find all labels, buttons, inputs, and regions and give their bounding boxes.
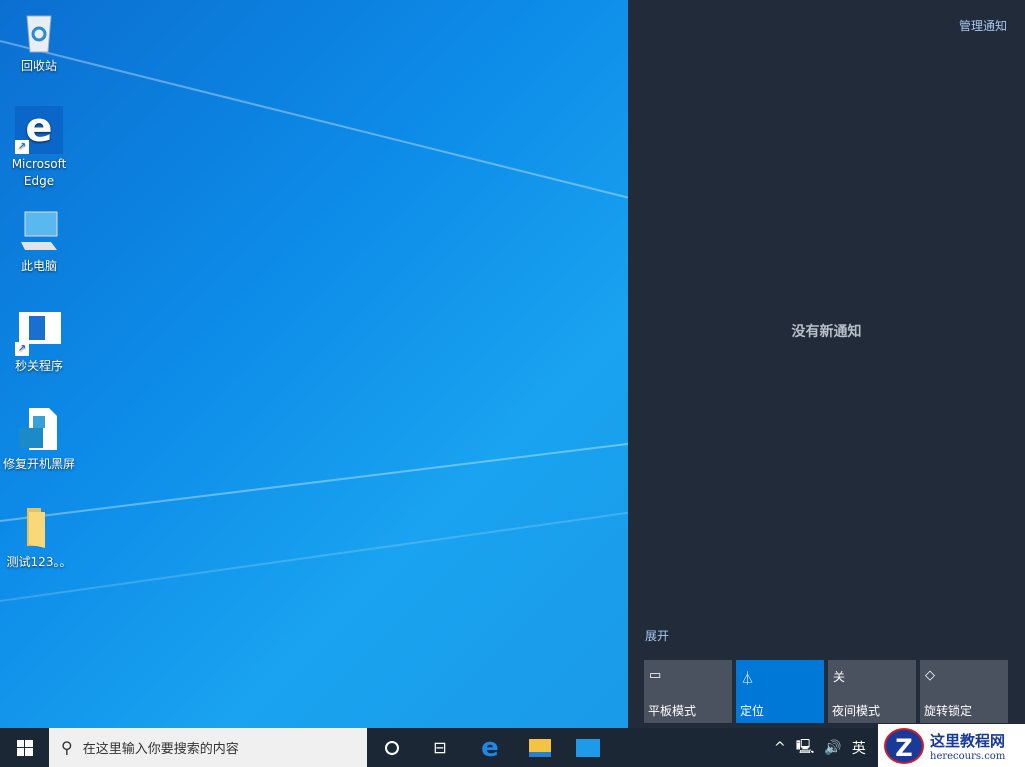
recycle-bin-icon — [15, 8, 63, 56]
desktop-icon-this-pc[interactable]: 此电脑 — [0, 208, 78, 275]
desktop-icon-registry[interactable]: 修复开机黑屏 — [0, 406, 78, 473]
desktop-icon-folder[interactable]: 测试123。。 — [0, 504, 78, 571]
wallpaper-beam — [0, 40, 628, 211]
network-icon[interactable]: 🖳 — [796, 736, 815, 760]
wallpaper-beam — [0, 435, 628, 522]
show-hidden-icons-chevron-icon[interactable]: ^ — [774, 740, 786, 756]
rotation-lock-icon: ◇ — [925, 668, 935, 683]
tile-night-light[interactable]: 关夜间模式 — [828, 660, 916, 723]
windows-logo-icon — [17, 740, 33, 756]
desktop-icon-label: 测试123。。 — [7, 555, 72, 569]
registry-file-icon — [15, 406, 63, 454]
cortana-button[interactable] — [368, 728, 416, 767]
shortcut-arrow-icon: ↗ — [15, 342, 29, 356]
edge-icon: e — [481, 733, 499, 763]
ime-indicator[interactable]: 英 — [852, 738, 866, 758]
desktop-icon-label: 此电脑 — [21, 259, 57, 273]
tile-location[interactable]: ⏃ 定位 — [736, 660, 824, 723]
desktop-icon-recycle-bin[interactable]: 回收站 — [0, 8, 78, 75]
taskbar-mail[interactable] — [564, 728, 612, 767]
desktop-icon-label: Microsoft Edge — [12, 157, 67, 188]
shortcut-arrow-icon: ↗ — [15, 140, 29, 154]
action-center: 管理通知 没有新通知 展开 — [628, 0, 1025, 728]
task-view-button[interactable]: ⊟ — [416, 728, 464, 767]
watermark-logo: Z — [884, 728, 924, 764]
mail-icon — [576, 739, 600, 757]
tile-label: 平板模式 — [648, 702, 696, 719]
watermark: Z 这里教程网 herecours.com — [878, 724, 1025, 767]
desktop: 回收站 e↗ Microsoft Edge 此电脑 ↗ 秒关程序 修复开机黑屏 … — [0, 0, 628, 728]
taskbar-file-explorer[interactable] — [516, 728, 564, 767]
computer-icon — [15, 208, 63, 256]
volume-icon[interactable]: 🔊 — [824, 740, 841, 756]
manage-notifications-link[interactable]: 管理通知 — [959, 17, 1007, 34]
search-icon: ⚲ — [61, 738, 73, 757]
taskbar: ⚲ 在这里输入你要搜索的内容 ⊟ e ^ 🖳 🔊 英 — [0, 728, 1025, 767]
edge-icon: e↗ — [15, 106, 63, 154]
no-notifications-text: 没有新通知 — [628, 321, 1025, 341]
folder-icon — [15, 504, 63, 552]
start-button[interactable] — [0, 728, 49, 767]
expand-link[interactable]: 展开 — [645, 627, 669, 644]
tile-label: 旋转锁定 — [924, 702, 972, 719]
wallpaper-beam — [0, 503, 628, 602]
watermark-url: herecours.com — [930, 751, 1005, 762]
task-view-icon: ⊟ — [433, 738, 446, 757]
search-box[interactable]: ⚲ 在这里输入你要搜索的内容 — [49, 728, 367, 767]
desktop-icon-edge[interactable]: e↗ Microsoft Edge — [0, 106, 78, 190]
tablet-mode-icon: ▭ — [649, 668, 661, 683]
desktop-icon-label: 回收站 — [21, 59, 57, 73]
tile-tablet-mode[interactable]: ▭ 平板模式 — [644, 660, 732, 723]
tile-rotation-lock[interactable]: ◇ 旋转锁定 — [920, 660, 1008, 723]
folder-icon — [529, 739, 551, 757]
system-tray: ^ 🖳 🔊 英 — [774, 728, 866, 767]
tile-label: 夜间模式 — [832, 702, 880, 719]
taskbar-edge[interactable]: e — [466, 728, 514, 767]
location-icon: ⏃ — [741, 668, 754, 687]
night-light-icon: 关 — [833, 668, 845, 685]
search-placeholder: 在这里输入你要搜索的内容 — [83, 738, 239, 757]
desktop-icon-program[interactable]: ↗ 秒关程序 — [0, 308, 78, 375]
desktop-icon-label: 修复开机黑屏 — [3, 457, 75, 471]
program-window-icon: ↗ — [15, 308, 63, 356]
tile-label: 定位 — [740, 702, 764, 719]
desktop-icon-label: 秒关程序 — [15, 359, 63, 373]
watermark-title: 这里教程网 — [930, 730, 1005, 751]
cortana-icon — [385, 741, 399, 755]
